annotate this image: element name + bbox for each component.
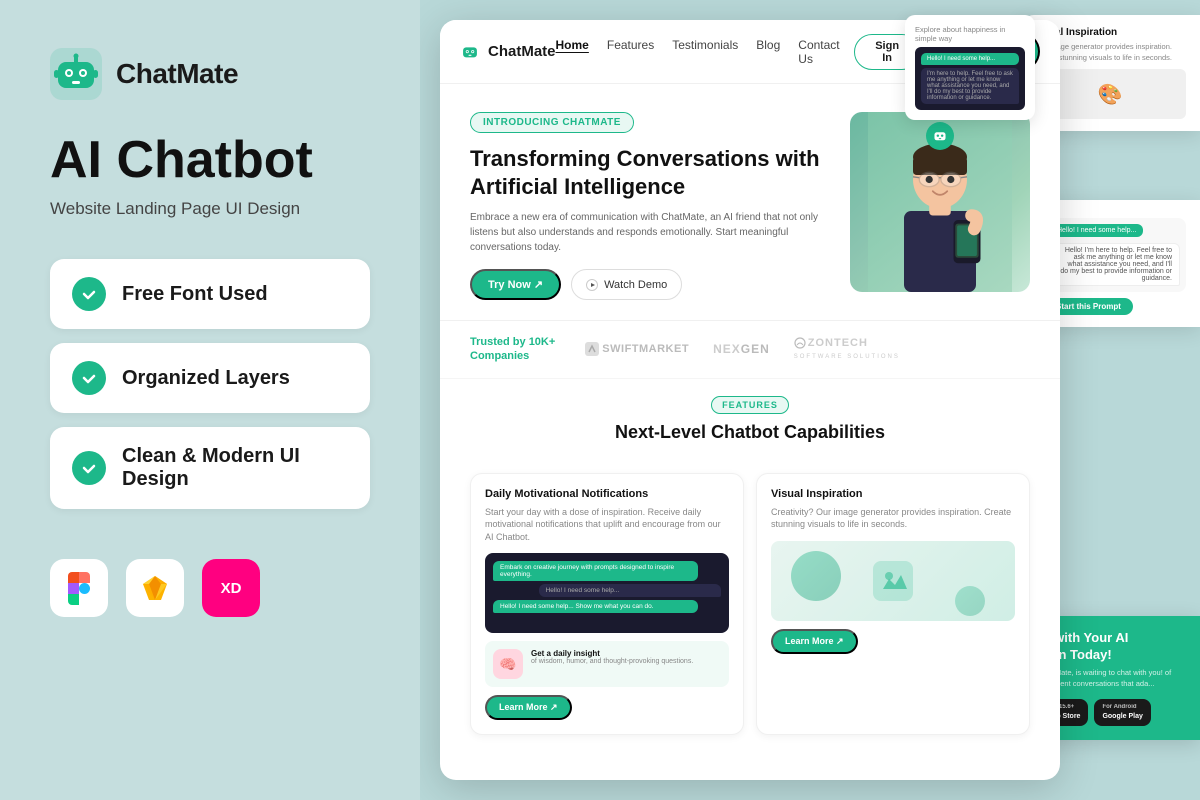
- watch-demo-button[interactable]: Watch Demo: [571, 269, 682, 300]
- company-swiftmarket: SWIFTMARKET: [585, 342, 689, 356]
- feature-card-visual: Visual Inspiration Creativity? Our image…: [756, 473, 1030, 736]
- brand-logo: ChatMate: [50, 48, 370, 100]
- right-panel: ChatMate Home Features Testimonials Blog…: [420, 0, 1200, 800]
- trusted-count: 10K+: [529, 336, 556, 348]
- robot-badge-hero: [926, 122, 954, 150]
- side-bottom-desc: ChatMate, is waiting to chat with you! o…: [1039, 668, 1186, 689]
- google-play-label: Google Play: [1102, 713, 1142, 720]
- brand-name-left: ChatMate: [116, 58, 238, 90]
- brain-icon: 🧠: [493, 649, 523, 679]
- visual-icon: [873, 561, 913, 601]
- top-right-desc: Explore about happiness in simple way: [915, 25, 1025, 43]
- mini-chat: Hello! I need some help... Hello! I'm he…: [1044, 218, 1186, 292]
- left-panel: ChatMate AI Chatbot Website Landing Page…: [0, 0, 420, 800]
- check-icon-font: [72, 277, 106, 311]
- insight-title: Get a daily insight: [531, 649, 693, 658]
- chat-preview-daily: Embark on creative journey with prompts …: [485, 553, 729, 633]
- tool-icons: XD: [50, 559, 370, 617]
- company-logos: SWIFTMARKET NEXGEN ZONTECHSOFTWARE SOLUT…: [585, 337, 900, 361]
- top-right-reply: I'm here to help. Feel free to ask me an…: [921, 68, 1019, 104]
- palette-icon: 🎨: [1098, 82, 1123, 107]
- daily-insight-card: 🧠 Get a daily insight of wisdom, humor, …: [485, 641, 729, 687]
- feature-cards-row: Daily Motivational Notifications Start y…: [440, 459, 1060, 750]
- chat-msg-2: Hello! I need some help... Show me what …: [493, 600, 698, 613]
- chat-reply-1: Hello! I need some help...: [539, 584, 721, 597]
- intro-badge: INTRODUCING CHATMATE: [470, 112, 634, 133]
- decorative-circle-2: [955, 586, 985, 616]
- trusted-section: Trusted by 10K+ Companies SWIFTMARKET NE…: [440, 320, 1060, 378]
- hero-desc: Embrace a new era of communication with …: [470, 210, 830, 255]
- feat-card-daily-title: Daily Motivational Notifications: [485, 488, 729, 500]
- browser-main: ChatMate Home Features Testimonials Blog…: [440, 20, 1060, 780]
- feat-card-visual-desc: Creativity? Our image generator provides…: [771, 506, 1015, 531]
- main-title: AI Chatbot: [50, 132, 370, 189]
- top-right-msg: Hello! I need some help...: [921, 53, 1019, 65]
- google-play-button[interactable]: For Android Google Play: [1094, 699, 1150, 726]
- check-icon-layers: [72, 361, 106, 395]
- feature-card-ui: Clean & Modern UI Design: [50, 427, 370, 509]
- feature-text-layers: Organized Layers: [122, 367, 290, 390]
- hero-buttons: Try Now ↗ Watch Demo: [470, 269, 830, 300]
- hero-text: INTRODUCING CHATMATE Transforming Conver…: [470, 112, 830, 300]
- trusted-label: Trusted by 10K+ Companies: [470, 335, 555, 364]
- nav-links: Home Features Testimonials Blog Contact …: [556, 38, 855, 66]
- top-right-card: Explore about happiness in simple way He…: [905, 15, 1035, 120]
- nav-link-testimonials[interactable]: Testimonials: [672, 38, 738, 66]
- features-section-header: FEATURES Next-Level Chatbot Capabilities: [440, 378, 1060, 459]
- insight-desc: of wisdom, humor, and thought-provoking …: [531, 658, 693, 665]
- chat-msg-1: Embark on creative journey with prompts …: [493, 561, 698, 581]
- hero-image: [850, 112, 1030, 292]
- features-title: Next-Level Chatbot Capabilities: [470, 422, 1030, 443]
- learn-more-button-visual[interactable]: Learn More ↗: [771, 629, 858, 654]
- try-now-button[interactable]: Try Now ↗: [470, 269, 561, 300]
- nav-link-blog[interactable]: Blog: [756, 38, 780, 66]
- mini-chat-reply1: Hello! I'm here to help. Feel free to as…: [1050, 243, 1180, 286]
- nav-brand-name: ChatMate: [488, 43, 556, 60]
- learn-more-button-daily[interactable]: Learn More ↗: [485, 695, 572, 720]
- sketch-badge: [126, 559, 184, 617]
- mini-chat-msg1: Hello! I need some help...: [1050, 224, 1143, 237]
- feature-text-font: Free Font Used: [122, 283, 268, 306]
- side-bottom-title: ct with Your AInion Today!: [1039, 630, 1186, 664]
- figma-badge: [50, 559, 108, 617]
- company-zontech: ZONTECHSOFTWARE SOLUTIONS: [794, 337, 900, 361]
- google-play-sublabel: For Android: [1102, 704, 1142, 712]
- xd-badge: XD: [202, 559, 260, 617]
- hero-title: Transforming Conversations with Artifici…: [470, 145, 830, 200]
- chatmate-logo-icon: [50, 48, 102, 100]
- xd-label: XD: [221, 580, 242, 597]
- check-icon-ui: [72, 451, 106, 485]
- app-download-buttons: iOS 15.6+ App Store For Android Google P…: [1039, 699, 1186, 726]
- nav-link-home[interactable]: Home: [556, 38, 589, 66]
- watch-demo-label: Watch Demo: [604, 279, 667, 291]
- feat-card-visual-title: Visual Inspiration: [771, 488, 1015, 500]
- play-icon: [586, 279, 598, 291]
- top-right-chat: Hello! I need some help... I'm here to h…: [915, 47, 1025, 110]
- features-badge: FEATURES: [711, 396, 789, 414]
- feature-text-ui: Clean & Modern UI Design: [122, 445, 348, 491]
- trusted-by-text: Trusted by: [470, 336, 526, 348]
- nav-link-contact[interactable]: Contact Us: [798, 38, 854, 66]
- company-nexgen: NEXGEN: [713, 342, 770, 356]
- trusted-suffix: Companies: [470, 350, 529, 362]
- nav-brand: ChatMate: [460, 42, 556, 62]
- decorative-circle: [791, 551, 841, 601]
- visual-preview: [771, 541, 1015, 621]
- subtitle: Website Landing Page UI Design: [50, 199, 370, 219]
- feature-card-daily: Daily Motivational Notifications Start y…: [470, 473, 744, 736]
- feature-card-font: Free Font Used: [50, 259, 370, 329]
- feat-card-daily-desc: Start your day with a dose of inspiratio…: [485, 506, 729, 544]
- nav-link-features[interactable]: Features: [607, 38, 654, 66]
- feature-card-layers: Organized Layers: [50, 343, 370, 413]
